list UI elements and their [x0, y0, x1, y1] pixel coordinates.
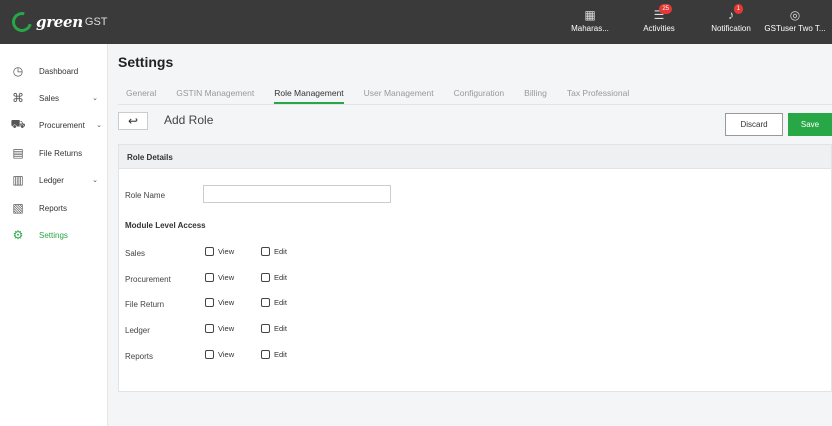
ledger-view-checkbox[interactable]: View — [205, 324, 234, 333]
sidebar-item-ledger[interactable]: ▥ Ledger ⌄ — [0, 169, 108, 191]
section-title: Role Details — [127, 153, 173, 162]
module-label-ledger: Ledger — [125, 326, 150, 335]
sidebar-item-procurement[interactable]: ⛟ Procurement ⌄ — [0, 114, 108, 136]
activities-badge: 25 — [659, 4, 672, 14]
sidebar-item-settings[interactable]: ⚙ Settings — [0, 224, 108, 246]
procurement-edit-checkbox[interactable]: Edit — [261, 273, 287, 282]
bell-icon: ♪ 1 — [705, 4, 757, 24]
sidebar-item-reports[interactable]: ▧ Reports — [0, 197, 108, 219]
reports-view-checkbox[interactable]: View — [205, 350, 234, 359]
chevron-down-icon: ⌄ — [96, 122, 102, 129]
user-icon: ◎ — [789, 8, 801, 22]
settings-tabs: General GSTIN Management Role Management… — [126, 86, 649, 104]
report-icon: ▧ — [12, 201, 24, 215]
module-label-reports: Reports — [125, 352, 154, 361]
chevron-down-icon: ⌄ — [92, 177, 98, 184]
state-label: Maharas... — [571, 24, 609, 33]
user-name: GSTuser Two T... — [764, 24, 826, 33]
save-button[interactable]: Save — [788, 113, 832, 136]
tab-general[interactable]: General — [126, 86, 156, 104]
book-icon: ▥ — [12, 173, 24, 187]
user-menu[interactable]: ◎ GSTuser Two T... — [760, 6, 830, 40]
app-logo[interactable]: green GST — [8, 8, 108, 36]
file-return-view-checkbox[interactable]: View — [205, 298, 234, 307]
grid-icon: ▦ — [584, 8, 596, 22]
back-arrow-icon: ↩ — [127, 114, 139, 128]
back-button[interactable]: ↩ — [118, 112, 148, 130]
activities-button[interactable]: ☰ 25 Activities — [636, 4, 682, 40]
role-name-input[interactable] — [203, 185, 391, 203]
sidebar: ◷ Dashboard ⌘ Sales ⌄ ⛟ Procurement ⌄ ▤ … — [0, 44, 108, 426]
gear-icon: ⚙ — [12, 228, 24, 242]
sidebar-item-file-returns[interactable]: ▤ File Returns — [0, 142, 108, 164]
module-access-title: Module Level Access — [125, 221, 206, 230]
tab-configuration[interactable]: Configuration — [454, 86, 505, 104]
tab-user-management[interactable]: User Management — [364, 86, 434, 104]
truck-icon: ⛟ — [10, 117, 26, 131]
speedometer-icon: ◷ — [12, 64, 24, 78]
discard-button[interactable]: Discard — [725, 113, 783, 136]
notification-label: Notification — [711, 24, 751, 33]
logo-icon — [8, 8, 36, 36]
module-label-file-return: File Return — [125, 300, 165, 309]
file-return-edit-checkbox[interactable]: Edit — [261, 298, 287, 307]
tab-tax-professional[interactable]: Tax Professional — [567, 86, 629, 104]
form-title: Add Role — [164, 113, 214, 127]
role-name-label: Role Name — [125, 191, 166, 200]
sales-view-checkbox[interactable]: View — [205, 247, 234, 256]
reports-edit-checkbox[interactable]: Edit — [261, 350, 287, 359]
sidebar-item-sales[interactable]: ⌘ Sales ⌄ — [0, 87, 108, 109]
tab-gstin-management[interactable]: GSTIN Management — [176, 86, 254, 104]
sales-edit-checkbox[interactable]: Edit — [261, 247, 287, 256]
page-title: Settings — [118, 54, 174, 70]
state-selector[interactable]: ▦ Maharas... — [566, 6, 614, 40]
tab-billing[interactable]: Billing — [524, 86, 547, 104]
file-icon: ▤ — [12, 146, 24, 160]
database-icon: ☰ 25 — [636, 4, 682, 24]
sidebar-item-dashboard[interactable]: ◷ Dashboard — [0, 60, 108, 82]
main-content: Settings General GSTIN Management Role M… — [108, 44, 832, 426]
chevron-down-icon: ⌄ — [92, 95, 98, 102]
module-label-sales: Sales — [125, 249, 146, 258]
notification-badge: 1 — [733, 4, 743, 14]
tab-role-management[interactable]: Role Management — [274, 86, 344, 104]
activities-label: Activities — [643, 24, 675, 33]
tab-divider — [118, 104, 832, 105]
procurement-view-checkbox[interactable]: View — [205, 273, 234, 282]
module-label-procurement: Procurement — [125, 275, 171, 284]
card-header: Role Details — [119, 145, 831, 169]
notification-button[interactable]: ♪ 1 Notification — [705, 4, 757, 40]
role-details-card: Role Details Role Name Module Level Acce… — [118, 144, 832, 392]
top-bar: green GST ▦ Maharas... ☰ 25 Activities ♪… — [0, 0, 832, 44]
sales-icon: ⌘ — [12, 91, 24, 105]
ledger-edit-checkbox[interactable]: Edit — [261, 324, 287, 333]
